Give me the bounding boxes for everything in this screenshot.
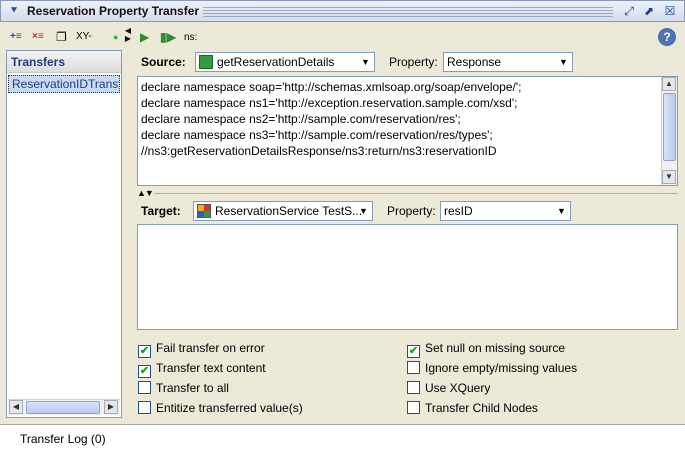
source-property-label: Property: [389, 55, 438, 69]
checkbox-label: Transfer to all [156, 381, 229, 395]
target-property-select[interactable]: resID ▼ [440, 201, 571, 221]
target-property-label: Property: [387, 204, 436, 218]
target-row: Target: ReservationService TestS... ▼ Pr… [137, 201, 677, 223]
checkbox[interactable] [407, 361, 420, 374]
clone-transfer-icon[interactable]: ❐ [56, 29, 67, 45]
test-step-icon [199, 55, 213, 69]
chevron-down-icon: ▼ [557, 206, 566, 216]
checkbox-label: Ignore empty/missing values [425, 361, 578, 375]
target-expression-editor[interactable] [137, 224, 678, 330]
add-transfer-icon[interactable]: +≡ [10, 29, 22, 45]
transfers-panel: Transfers ReservationIDTransfer ◀ ▶ [6, 50, 122, 418]
entitize-values-option[interactable]: Entitize transferred value(s) [138, 401, 303, 415]
set-null-missing-source-option[interactable]: ✔ Set null on missing source [407, 341, 565, 358]
code-line: declare namespace ns3='http://sample.com… [141, 128, 493, 142]
source-row: Source: getReservationDetails ▼ Property… [137, 52, 677, 74]
chevron-down-icon: ▼ [359, 206, 368, 216]
scroll-thumb[interactable] [26, 401, 100, 414]
checkbox[interactable] [138, 401, 151, 414]
code-line: //ns3:getReservationDetailsResponse/ns3:… [141, 144, 497, 158]
collapse-arrow-icon[interactable]: ⯆ [7, 4, 21, 18]
xy-button[interactable]: XY- [76, 29, 92, 45]
checkbox[interactable] [407, 381, 420, 394]
maximize-icon[interactable]: ⬈ [641, 3, 657, 19]
code-line: declare namespace soap='http://schemas.x… [141, 80, 522, 94]
scroll-left-icon[interactable]: ◀ [9, 400, 23, 414]
title-bar: ⯆ Reservation Property Transfer ⤢ ⬈ ☒ [0, 0, 685, 22]
testsuite-icon [197, 204, 211, 218]
scroll-right-icon[interactable]: ▶ [104, 400, 118, 414]
source-property-select[interactable]: Response ▼ [443, 52, 573, 72]
scroll-down-icon[interactable]: ▼ [662, 170, 676, 184]
run-icon[interactable]: ▶ [140, 30, 149, 44]
target-step-value: ReservationService TestS... [215, 204, 363, 218]
source-step-value: getReservationDetails [217, 55, 335, 69]
window-title: Reservation Property Transfer [27, 4, 200, 18]
checkbox-label: Use XQuery [425, 381, 491, 395]
chevron-down-icon: ▼ [361, 57, 370, 67]
detach-icon[interactable]: ⤢ [621, 3, 637, 19]
target-property-value: resID [444, 204, 473, 218]
checkbox-label: Entitize transferred value(s) [156, 401, 303, 415]
source-vscrollbar[interactable]: ▲ ▼ [661, 77, 677, 185]
scroll-up-icon[interactable]: ▲ [662, 77, 676, 91]
help-icon[interactable]: ? [658, 28, 676, 46]
target-step-select[interactable]: ReservationService TestS... ▼ [193, 201, 373, 221]
code-line: declare namespace ns1='http://exception.… [141, 96, 518, 110]
checkbox-label: Fail transfer on error [156, 341, 265, 355]
ns-button[interactable]: ns: [184, 31, 197, 45]
splitter-arrows-icon[interactable]: ◀ ▶ [124, 27, 132, 43]
remove-transfer-icon[interactable]: ×≡ [32, 29, 44, 45]
checkbox-label: Transfer text content [156, 361, 266, 375]
run-all-icon[interactable]: ▮▶ [160, 30, 176, 44]
source-label: Source: [141, 55, 186, 69]
checkbox-label: Set null on missing source [425, 341, 566, 355]
title-grip [203, 7, 613, 17]
transfers-toolbar: +≡ ×≡ ❐ XY- ● [6, 27, 122, 49]
pane-divider[interactable] [154, 193, 678, 194]
fail-transfer-on-error-option[interactable]: ✔ Fail transfer on error [138, 341, 265, 358]
transfer-to-all-option[interactable]: Transfer to all [138, 381, 229, 395]
transfer-log-tab[interactable]: Transfer Log (0) [20, 432, 106, 446]
source-step-select[interactable]: getReservationDetails ▼ [195, 52, 375, 72]
checkbox[interactable]: ✔ [138, 365, 151, 378]
close-icon[interactable]: ☒ [662, 3, 678, 19]
source-expression-editor[interactable]: declare namespace soap='http://schemas.x… [137, 76, 678, 186]
chevron-down-icon: ▼ [559, 57, 568, 67]
code-line: declare namespace ns2='http://sample.com… [141, 112, 461, 126]
use-xquery-option[interactable]: Use XQuery [407, 381, 490, 395]
transfers-hscrollbar[interactable]: ◀ ▶ [8, 399, 120, 415]
panel-splitter[interactable]: ◀ ▶ [124, 27, 132, 419]
checkbox-label: Transfer Child Nodes [425, 401, 538, 415]
status-dot-icon: ● [113, 32, 119, 42]
source-property-value: Response [447, 55, 502, 69]
transfer-toolbar: ▶ ▮▶ ns: ? [136, 27, 681, 49]
transfer-child-nodes-option[interactable]: Transfer Child Nodes [407, 401, 538, 415]
checkbox[interactable] [407, 401, 420, 414]
transfers-header: Transfers [7, 51, 121, 73]
checkbox[interactable]: ✔ [407, 345, 420, 358]
ignore-empty-values-option[interactable]: Ignore empty/missing values [407, 361, 577, 375]
target-label: Target: [141, 204, 181, 218]
checkbox[interactable]: ✔ [138, 345, 151, 358]
transfer-list-item[interactable]: ReservationIDTransfer [8, 75, 120, 93]
scroll-thumb[interactable] [663, 93, 676, 161]
checkbox[interactable] [138, 381, 151, 394]
pane-splitter-arrows-icon[interactable]: ▲▼ [137, 188, 154, 198]
transfer-text-content-option[interactable]: ✔ Transfer text content [138, 361, 266, 378]
